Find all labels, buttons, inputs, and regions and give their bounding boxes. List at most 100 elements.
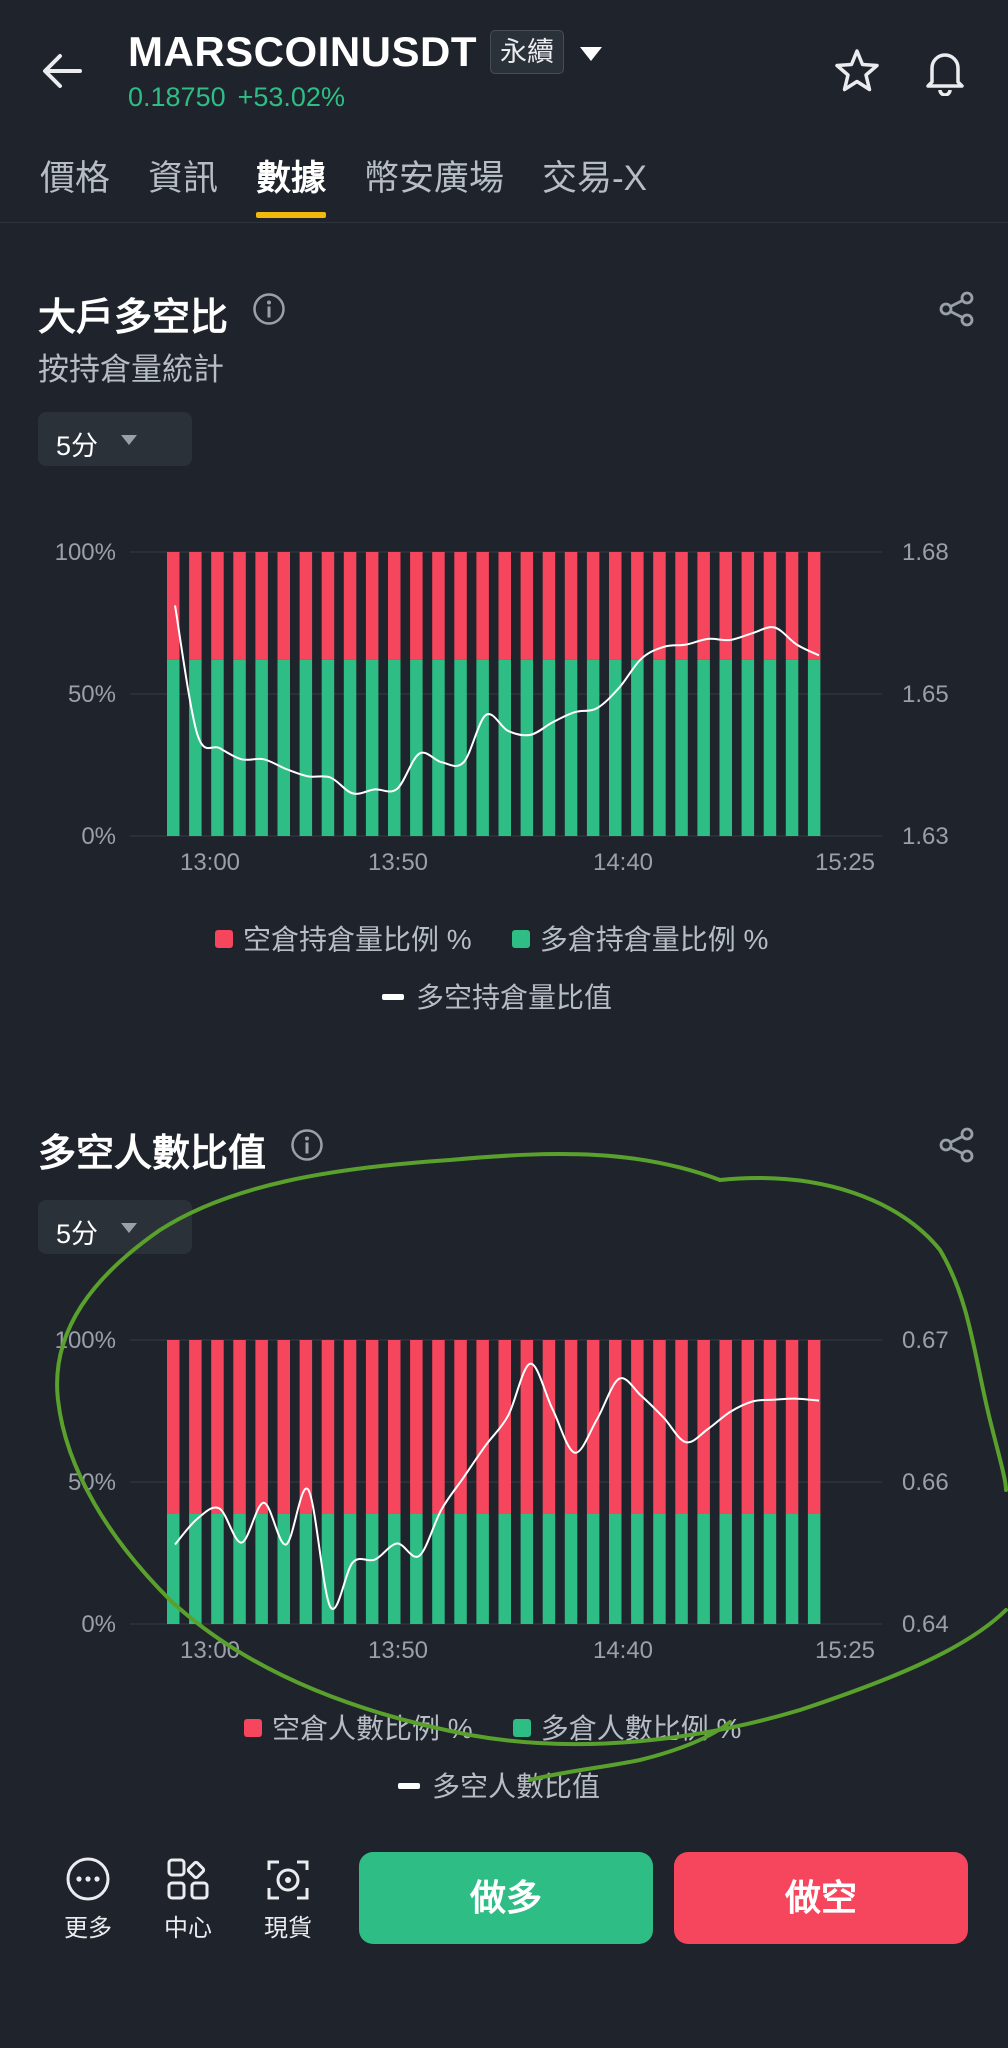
bar-long (410, 659, 423, 836)
star-icon[interactable] (832, 46, 882, 96)
bar-short (167, 552, 180, 660)
bar-long (807, 1513, 821, 1624)
bar-short (432, 1340, 445, 1514)
bar-short (719, 552, 732, 660)
bar-short (211, 552, 224, 660)
bar-short (233, 552, 246, 660)
tab-info[interactable]: 資訊 (148, 150, 218, 201)
bar-short (741, 552, 755, 660)
bar-long (631, 659, 644, 836)
bar-long (388, 1513, 401, 1624)
bar-short (432, 552, 445, 660)
bar-short (807, 1340, 821, 1514)
bar-short (476, 1340, 489, 1514)
bar-short (719, 1340, 732, 1514)
contract-type-badge[interactable]: 永續 (490, 30, 564, 74)
y-tick-right: 0.67 (902, 1327, 949, 1354)
bar-long (432, 1513, 445, 1624)
long-button[interactable]: 做多 (359, 1852, 653, 1944)
bar-short (343, 1340, 357, 1514)
bar-long (631, 1513, 644, 1624)
bar-long (719, 659, 732, 836)
bar-short (741, 1340, 755, 1514)
bottom-action-bar: 更多 中心 現貨 做多 做空 (0, 1836, 1008, 2048)
bar-short (410, 1340, 423, 1514)
y-tick-left: 100% (55, 539, 116, 566)
tab-bar: 價格 資訊 數據 幣安廣場 交易-X (0, 150, 1008, 223)
legend-item-short[interactable]: 空倉持倉量比例 % (215, 924, 472, 955)
caret-down-icon[interactable] (578, 44, 604, 64)
y-tick-left: 50% (68, 681, 116, 708)
legend-item-ratio[interactable]: 多空持倉量比值 (382, 976, 612, 1016)
more-button[interactable]: 更多 (46, 1856, 130, 1943)
chart-top-trader-position-ratio[interactable]: 100% 50% 0% 1.68 1.65 1.63 13:00 13:50 14:40 15:2… (0, 520, 1008, 880)
y-tick-left: 50% (68, 1469, 116, 1496)
bar-long (167, 659, 180, 836)
bar-long (498, 659, 511, 836)
short-button[interactable]: 做空 (674, 1852, 968, 1944)
price-summary: 0.18750 +53.02% (128, 82, 357, 113)
bar-long (454, 1513, 467, 1624)
bar-short (454, 552, 467, 660)
bar-long (697, 659, 710, 836)
bar-long (299, 659, 313, 836)
bar-short (255, 1340, 268, 1514)
bar-short (609, 552, 622, 660)
tab-data[interactable]: 數據 (256, 150, 326, 201)
legend-item-ratio[interactable]: 多空人數比值 (398, 1765, 600, 1805)
bar-long (763, 1513, 777, 1624)
spot-button[interactable]: 現貨 (246, 1856, 330, 1943)
bar-long (653, 659, 666, 836)
bar-long (365, 659, 379, 836)
bar-long (741, 659, 755, 836)
bar-short (343, 552, 357, 660)
more-icon (66, 1857, 110, 1901)
chart-legend: 空倉持倉量比例 % 多倉持倉量比例 % (215, 918, 768, 958)
y-tick-right: 1.68 (902, 539, 949, 566)
y-tick-left: 100% (55, 1327, 116, 1354)
pair-symbol[interactable]: MARSCOINUSDT (128, 28, 477, 76)
spot-icon (267, 1860, 309, 1900)
bar-short (542, 1340, 556, 1514)
bar-short (189, 552, 202, 660)
legend-item-long[interactable]: 多倉人數比例 % (512, 1713, 741, 1744)
share-icon[interactable] (938, 1126, 976, 1164)
info-icon[interactable] (290, 1128, 324, 1162)
bar-short (277, 1340, 290, 1514)
info-icon[interactable] (252, 292, 286, 326)
interval-selector[interactable]: 5分 (38, 412, 192, 466)
bar-long (277, 659, 290, 836)
bar-short (785, 1340, 799, 1514)
bar-short (653, 552, 666, 660)
bar-short (321, 552, 335, 660)
bar-long (365, 1513, 379, 1624)
bar-long (255, 1513, 268, 1624)
bell-icon[interactable] (920, 46, 970, 96)
tab-price[interactable]: 價格 (40, 150, 110, 201)
bar-short (564, 552, 578, 660)
bar-short (189, 1340, 202, 1514)
bar-long (321, 1513, 335, 1624)
center-button[interactable]: 中心 (146, 1856, 230, 1943)
bar-short (388, 552, 401, 660)
bar-long (653, 1513, 666, 1624)
bar-short (653, 1340, 666, 1514)
section-subtitle: 按持倉量統計 (38, 352, 224, 387)
back-arrow-icon[interactable] (36, 44, 90, 98)
x-tick: 13:50 (368, 849, 428, 876)
interval-selector[interactable]: 5分 (38, 1200, 192, 1254)
legend-item-short[interactable]: 空倉人數比例 % (244, 1713, 473, 1744)
bar-long (454, 659, 467, 836)
x-tick: 13:50 (368, 1637, 428, 1664)
bar-long (785, 659, 799, 836)
y-tick-right: 1.65 (902, 681, 949, 708)
tab-trade-x[interactable]: 交易-X (542, 150, 647, 201)
bar-short (542, 552, 556, 660)
share-icon[interactable] (938, 290, 976, 328)
chart-account-ratio[interactable]: 100% 50% 0% 0.67 0.66 0.64 13:00 13:50 14:40 15:2… (0, 1308, 1008, 1668)
legend-item-long[interactable]: 多倉持倉量比例 % (511, 924, 768, 955)
bar-long (675, 659, 688, 836)
bar-long (498, 1513, 511, 1624)
tab-binance-square[interactable]: 幣安廣場 (364, 150, 504, 201)
x-tick: 13:00 (180, 1637, 240, 1664)
